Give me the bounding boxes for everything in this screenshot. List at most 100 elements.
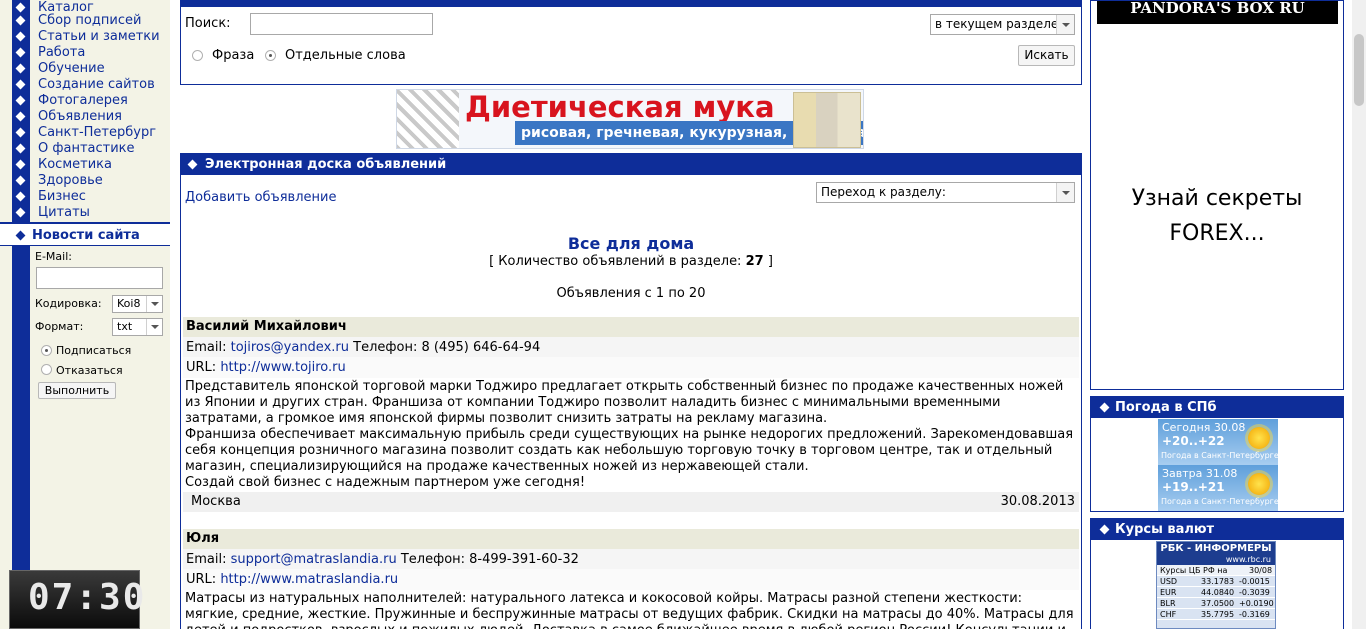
listing-phone: Телефон: 8 (495) 646-64-94 [353,340,541,355]
weather-today[interactable]: Сегодня 30.08 +20..+22 Погода в Санкт-Пе… [1158,419,1279,465]
sidebar-item-fantasy[interactable]: О фантастике [0,141,135,157]
listing-range: Объявления с 1 по 20 [556,286,706,301]
sidebar-item-health[interactable]: Здоровье [0,173,103,189]
forex-ad-frame[interactable]: PANDORA'S BOX RU Узнай секреты FOREX... [1090,0,1344,390]
rate-change: -0.3039 [1239,588,1270,597]
sidebar-item-gallery[interactable]: Фотогалерея [0,93,128,109]
page-scrollbar[interactable] [1352,0,1366,629]
listing-name: Василий Михайлович [183,317,1079,337]
encoding-select[interactable]: Koi8 [112,295,163,313]
rates-caption: Курсы ЦБ РФ на [1160,566,1228,575]
subscribe-radio[interactable] [41,345,52,356]
weather-panel-header: Погода в СПб [1091,397,1343,418]
phrase-radio[interactable] [192,50,203,61]
chevron-down-icon [146,319,162,335]
bullet-icon [15,47,26,58]
weather-temp: +20..+22 [1162,434,1225,448]
sidebar-item-signatures[interactable]: Сбор подписей [0,13,141,29]
menu-label: Цитаты [38,205,90,220]
board-panel: Электронная доска объявлений Добавить об… [180,153,1082,629]
listing-paragraph: Матрасы из натуральных наполнителей: нат… [185,591,1074,629]
listing-description: Матрасы из натуральных наполнителей: нат… [185,591,1079,629]
bullet-icon [15,143,26,154]
board-panel-header: Электронная доска объявлений [181,154,1081,175]
flour-ad-banner[interactable]: Диетическая мука рисовая, гречневая, кук… [396,89,864,149]
sidebar-item-education[interactable]: Обучение [0,61,105,77]
add-listing-link[interactable]: Добавить объявление [185,190,336,205]
rate-row: EUR 44.0840 -0.3039 [1157,587,1275,598]
search-button[interactable]: Искать [1018,45,1075,66]
clock-time: 07:30 [28,577,147,618]
weather-tomorrow[interactable]: Завтра 31.08 +19..+21 Погода в Санкт-Пет… [1158,465,1279,511]
bullet-icon [1099,524,1110,535]
email-label: E-Mail: [35,250,72,263]
section-jump-select[interactable]: Переход к разделу: [816,182,1075,203]
phrase-label: Фраза [212,48,255,63]
email-label: Email: [186,340,227,355]
subscribe-email-input[interactable] [36,267,163,289]
sidebar-item-work[interactable]: Работа [0,45,85,61]
listing-footer: Москва 30.08.2013 [183,492,1079,512]
listing-email-link[interactable]: tojiros@yandex.ru [231,340,349,355]
chevron-down-icon [146,296,162,312]
words-radio[interactable] [265,50,276,61]
sidebar-item-quotes[interactable]: Цитаты [0,205,90,221]
sidebar-item-business[interactable]: Бизнес [0,189,86,205]
rate-code: CHF [1160,610,1177,619]
words-label: Отдельные слова [285,48,406,63]
bullet-icon [15,111,26,122]
listing-url-row: URL: http://www.matraslandia.ru [183,569,1079,590]
listing-url-link[interactable]: http://www.tojiro.ru [220,360,345,375]
forex-text: Узнай секреты FOREX... [1091,181,1343,251]
format-value: txt [117,320,133,333]
sidebar-item-articles[interactable]: Статьи и заметки [0,29,160,45]
search-scope-select[interactable]: в текущем разделе [930,14,1075,35]
weather-city: Погода в Санкт-Петербурге [1161,451,1279,460]
menu-label: О фантастике [38,141,135,156]
rbc-currency-widget[interactable]: РБК - ИНФОРМЕРЫ www.rbc.ru Курсы ЦБ РФ н… [1156,541,1276,629]
sidebar-item-spb[interactable]: Санкт-Петербург [0,125,156,141]
sidebar-item-cosmetics[interactable]: Косметика [0,157,112,173]
listing-paragraph: Создай свой бизнес с надежным партнером … [185,475,586,490]
bullet-icon [187,159,198,170]
forex-line: Узнай секреты [1131,186,1303,211]
encoding-value: Koi8 [117,297,141,310]
weather-day: Сегодня 30.08 [1162,421,1246,434]
listing-url-link[interactable]: http://www.matraslandia.ru [220,572,398,587]
menu-label: Фотогалерея [38,93,128,108]
menu-label: Здоровье [38,173,103,188]
ad-title: Диетическая мука [465,90,775,124]
search-panel-header [181,0,1081,7]
listing-phone: Телефон: 8-499-391-60-32 [400,552,579,567]
rate-row: USD 33.1783 -0.0015 [1157,576,1275,587]
listing-contact: Email: tojiros@yandex.ru Телефон: 8 (495… [183,337,1079,358]
bullet-icon [15,15,26,26]
listing-paragraph: Представитель японской торговой марки То… [185,379,1064,426]
bullet-icon [15,31,26,42]
count-prefix: [ Количество объявлений в разделе: [489,254,742,269]
scrollbar-thumb[interactable] [1354,34,1364,106]
rate-change: -0.3169 [1239,610,1270,619]
bullet-icon [15,79,26,90]
news-section-header[interactable]: Новости сайта [0,222,170,246]
menu-label: Статьи и заметки [38,29,160,44]
search-input[interactable] [250,13,433,35]
weather-title: Погода в СПб [1115,400,1217,415]
pandora-banner[interactable]: PANDORA'S BOX RU [1097,1,1338,24]
rates-header-row: Курсы ЦБ РФ на 30/08 [1157,565,1275,576]
subscribe-submit-button[interactable]: Выполнить [38,382,116,399]
bullet-icon [15,63,26,74]
currency-title: Курсы валют [1115,522,1215,537]
format-select[interactable]: txt [112,318,163,336]
rate-value: 33.1783 [1201,577,1235,586]
weather-temp: +19..+21 [1162,480,1225,494]
listing-email-link[interactable]: support@matraslandia.ru [231,552,397,567]
weather-city: Погода в Санкт-Петербурге [1161,497,1279,506]
sidebar-item-websites[interactable]: Создание сайтов [0,77,155,93]
unsubscribe-radio[interactable] [41,364,52,375]
bullet-icon [1099,402,1110,413]
rate-change: -0.0015 [1239,577,1270,586]
bullet-icon [15,230,26,241]
rate-code: BLR [1160,599,1176,608]
sidebar-item-ads[interactable]: Объявления [0,109,122,125]
